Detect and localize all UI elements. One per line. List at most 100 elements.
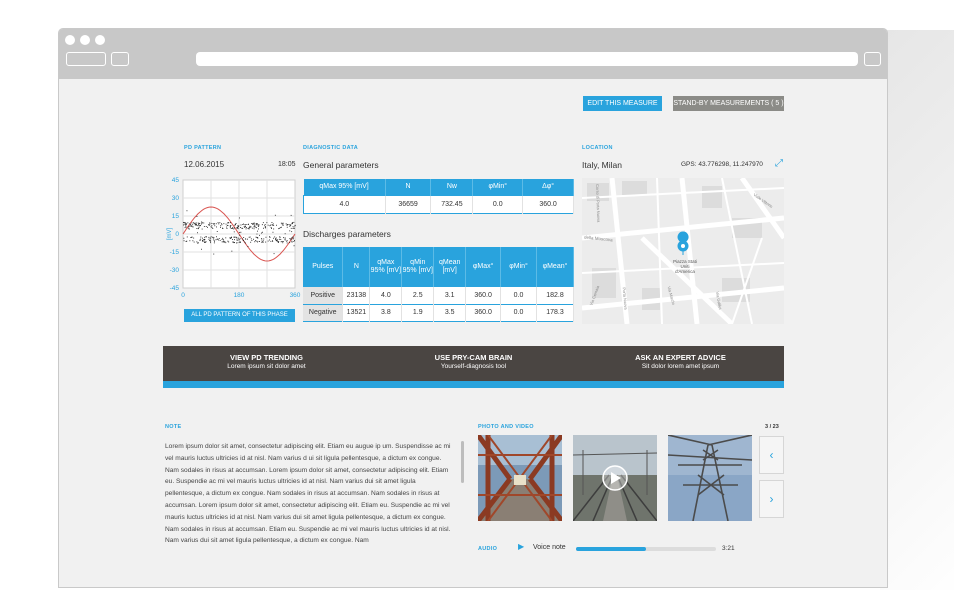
pd-point — [191, 222, 193, 224]
pd-point — [273, 253, 275, 255]
banner-title: ASK AN EXPERT ADVICE — [635, 353, 726, 362]
pd-point — [205, 242, 207, 243]
x-tick-label: 0 — [181, 292, 185, 299]
pd-point — [234, 242, 235, 243]
pd-point — [222, 241, 224, 243]
pd-point — [219, 222, 221, 224]
standby-measurements-button[interactable]: STAND-BY MEASUREMENTS ( 5 ) — [673, 96, 784, 111]
video-railway[interactable] — [573, 435, 657, 521]
window-dot-minimize[interactable] — [80, 35, 90, 45]
pd-point — [251, 227, 253, 229]
pd-point — [292, 227, 294, 229]
pd-point — [221, 239, 223, 240]
pd-point — [238, 242, 240, 243]
discharges-header-phimean: φMean° — [536, 247, 575, 287]
pd-point — [231, 228, 233, 229]
pd-point — [213, 223, 215, 225]
pd-point — [257, 230, 258, 232]
pd-point — [242, 239, 244, 241]
window-dot-maximize[interactable] — [95, 35, 105, 45]
pd-point — [270, 240, 272, 242]
pd-point — [292, 238, 294, 240]
pd-point — [261, 224, 263, 226]
y-tick-label: -15 — [170, 249, 180, 256]
pd-point — [221, 224, 223, 226]
discharges-header-qmax: qMax 95% [mV] — [369, 247, 403, 287]
pd-point — [272, 231, 274, 233]
pd-point — [203, 222, 205, 224]
pd-point — [197, 242, 198, 244]
browser-tab[interactable] — [66, 52, 106, 66]
pd-point — [255, 236, 257, 238]
table-cell: 360.0 — [465, 287, 502, 304]
play-icon[interactable] — [603, 466, 627, 490]
window-dot-close[interactable] — [65, 35, 75, 45]
row-label: Positive — [303, 287, 344, 304]
ask-expert-advice-link[interactable]: ASK AN EXPERT ADVICE Sit dolor lorem ame… — [577, 346, 784, 381]
pd-point — [269, 239, 270, 241]
audio-play-icon[interactable]: ▶ — [518, 542, 524, 551]
all-pd-pattern-button[interactable]: ALL PD PATTERN OF THIS PHASE — [184, 309, 295, 322]
view-pd-trending-link[interactable]: VIEW PD TRENDING Lorem ipsum sit dolor a… — [163, 346, 370, 381]
pd-point — [245, 242, 246, 244]
pd-point — [194, 224, 196, 226]
audio-progress-fill — [576, 547, 646, 551]
pd-point — [197, 232, 198, 234]
address-bar[interactable] — [196, 52, 858, 66]
gallery-prev-button[interactable]: ‹ — [759, 436, 784, 474]
pd-point — [229, 227, 231, 229]
photo-pylon[interactable] — [668, 435, 752, 521]
pd-point — [283, 237, 284, 239]
pd-point — [261, 241, 263, 243]
audio-progress-track[interactable] — [576, 547, 716, 551]
pd-point — [189, 223, 191, 225]
menu-button[interactable] — [864, 52, 881, 66]
pd-date: 12.06.2015 — [184, 160, 225, 169]
page-content: EDIT THIS MEASURE STAND-BY MEASUREMENTS … — [59, 79, 887, 587]
expand-icon[interactable]: ⤢ — [775, 158, 783, 169]
location-map[interactable]: Piazza Stati Uniti d'America Corso di Po… — [582, 178, 784, 324]
pd-point — [191, 236, 193, 238]
discharges-parameters-table: Pulses N qMax 95% [mV] qMin 95% [mV] qMe… — [303, 247, 575, 322]
pd-point — [208, 236, 210, 238]
pd-point — [226, 226, 228, 228]
pd-point — [259, 234, 260, 236]
pd-point — [225, 223, 227, 225]
pd-point — [286, 226, 288, 228]
pd-point — [255, 224, 257, 226]
new-tab-button[interactable] — [111, 52, 129, 66]
pd-point — [250, 238, 252, 240]
x-tick-label: 360 — [290, 292, 301, 299]
gallery-next-button[interactable]: › — [759, 480, 784, 518]
pd-point — [270, 224, 271, 226]
pd-point — [232, 228, 234, 229]
pd-point — [248, 228, 250, 230]
note-scrollbar[interactable] — [461, 441, 464, 483]
pd-point — [203, 226, 205, 227]
pd-point — [212, 223, 214, 224]
photo-bridge[interactable] — [478, 435, 562, 521]
pd-point — [247, 228, 249, 229]
pd-point — [183, 222, 185, 224]
pd-point — [204, 236, 206, 238]
pd-point — [229, 237, 231, 239]
edit-measure-button[interactable]: EDIT THIS MEASURE — [583, 96, 662, 111]
pd-point — [262, 240, 264, 242]
pd-point — [231, 250, 233, 252]
pd-point — [272, 223, 274, 225]
pd-point — [257, 224, 259, 226]
pd-point — [262, 241, 264, 243]
use-pry-cam-brain-link[interactable]: USE PRY-CAM BRAIN Yourself-diagnosis too… — [370, 346, 577, 381]
pd-point — [190, 237, 192, 238]
pd-point — [271, 222, 273, 223]
discharges-parameters-title: Discharges parameters — [303, 229, 391, 239]
pd-point — [204, 242, 205, 243]
pd-point — [290, 225, 291, 227]
pd-point — [290, 224, 292, 226]
pd-point — [273, 237, 274, 239]
pd-point — [238, 225, 240, 227]
pd-point — [232, 239, 233, 240]
pd-point — [267, 240, 269, 242]
pd-point — [240, 227, 241, 228]
pd-point — [202, 237, 203, 239]
